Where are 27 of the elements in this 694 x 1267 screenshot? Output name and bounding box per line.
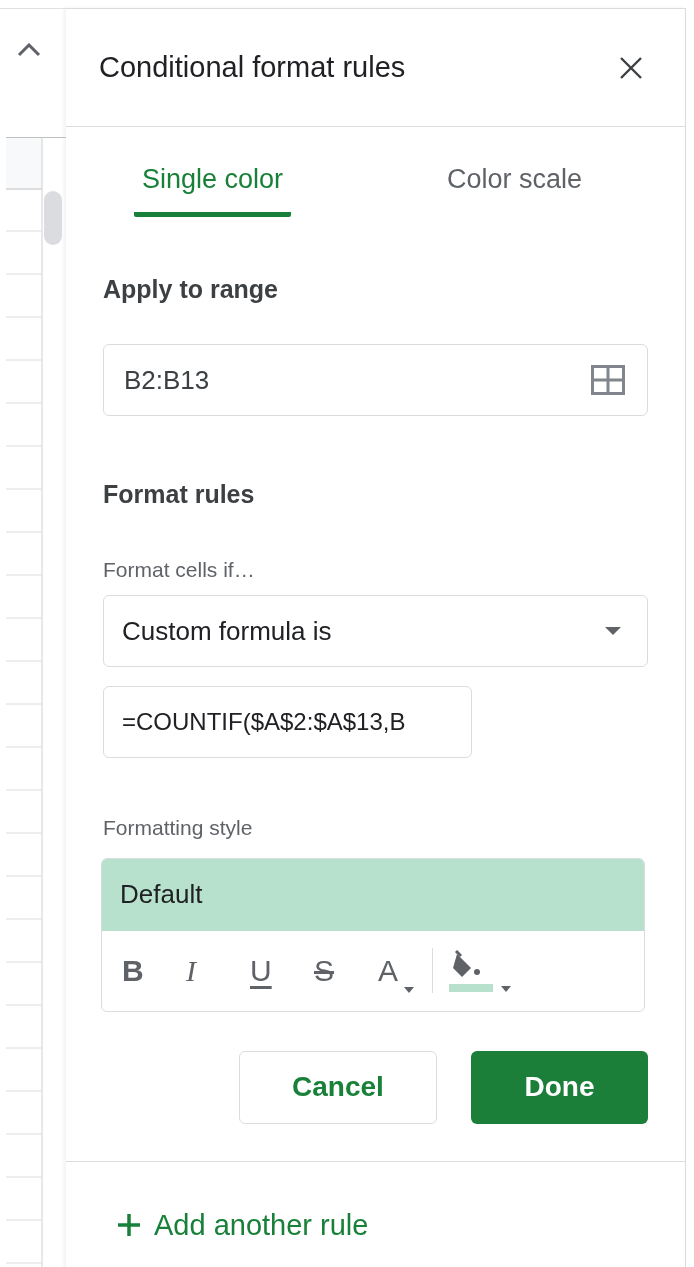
caret-icon <box>501 985 511 992</box>
plus-icon <box>118 1214 140 1237</box>
add-rule-link[interactable]: Add another rule <box>118 1203 369 1247</box>
formula-field[interactable]: =COUNTIF($A$2:$A$13,B <box>103 686 472 758</box>
style-preview: Default <box>102 858 644 931</box>
caret-icon <box>404 987 414 993</box>
tab[interactable]: Color scale <box>439 159 591 217</box>
range-field[interactable]: B2:B13 <box>103 344 648 416</box>
cancel-button[interactable]: Cancel <box>239 1050 437 1124</box>
grid-icon[interactable] <box>591 365 625 395</box>
panel-title: Conditional format rules <box>99 49 406 85</box>
text-color-button[interactable]: A <box>378 948 433 993</box>
underline-button[interactable]: U <box>250 948 314 993</box>
bold-button[interactable]: B <box>122 948 186 993</box>
done-button[interactable]: Done <box>471 1050 648 1124</box>
section-heading: Apply to range <box>103 273 279 305</box>
fill-color-button[interactable] <box>449 949 511 992</box>
condition-dropdown[interactable]: Custom formula is <box>103 595 648 667</box>
tab[interactable]: Single color <box>134 159 292 217</box>
field-label: Formatting style <box>103 815 254 841</box>
field-label: Format cells if… <box>103 556 256 583</box>
section-heading: Format rules <box>103 479 256 510</box>
italic-button[interactable]: I <box>186 948 250 993</box>
strikethrough-button[interactable]: S <box>314 948 378 993</box>
paint-bucket-icon <box>449 949 493 992</box>
collapse-caret-icon[interactable] <box>17 43 41 57</box>
dropdown-arrow-icon <box>605 627 621 635</box>
